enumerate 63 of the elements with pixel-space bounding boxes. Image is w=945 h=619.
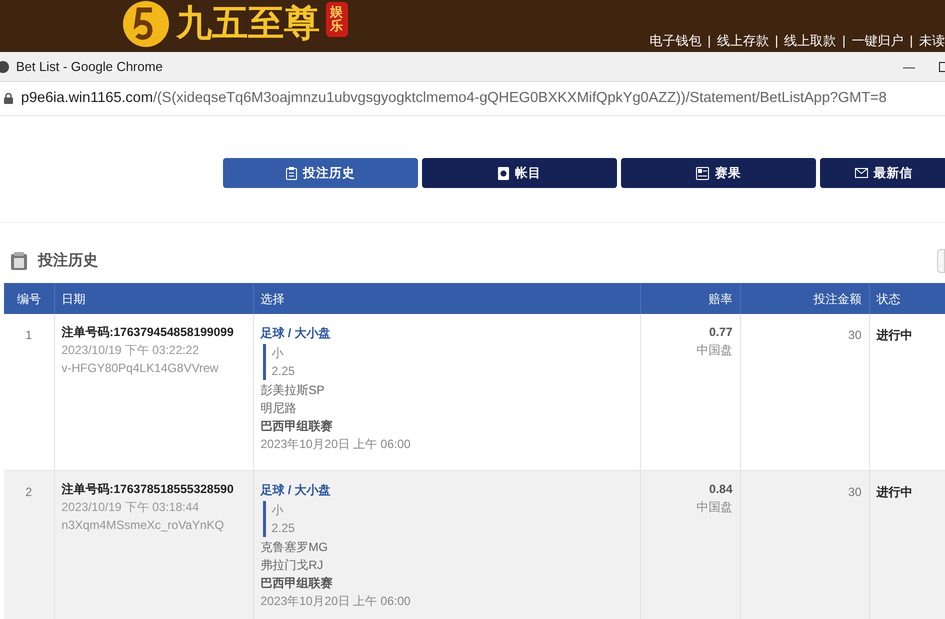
market-link[interactable]: 足球 / 大小盘 [260,480,632,500]
clipboard-icon [286,166,297,180]
home-team: 克鲁塞罗MG [260,538,329,556]
league-name: 巴西甲组联赛 [260,418,334,435]
nav-link[interactable]: 一键归户 [852,30,904,50]
bet-time: 2023/10/19 下午 03:22:22 [62,342,200,359]
stake-amount: 30 [848,484,862,498]
bet-time: 2023/10/19 下午 03:18:44 [62,498,200,516]
away-team: 明尼路 [260,400,298,417]
column-header: 赔率 [708,292,732,306]
logo-text: 九五至尊 [176,6,320,42]
separator-text: | [707,32,711,50]
lock-icon [4,93,13,104]
mail-icon [854,168,868,178]
tab[interactable]: 赛果 [621,158,816,188]
section-title: 投注历史 [38,250,98,271]
tab[interactable]: 最新信 [820,158,945,188]
bet-status: 进行中 [876,484,912,498]
url-text: p9e6ia.win1165.com/(S(xideqseTq6M3oajmnzu1ubvgsgyogktclmemo4-gQHEG0BXKXMifQpkYg0AZZ))/Statement/BetListApp?GMT=8 [21,88,887,108]
column-header: 状态 [876,292,900,306]
nav-link[interactable]: 未读 [919,30,945,50]
nav-link[interactable]: 线上存款 [716,30,769,50]
tab[interactable]: 投注历史 [223,158,418,188]
handicap-line: 2.25 [272,363,296,380]
ticket-number: 注单号码:176378518555328590 [62,480,235,498]
window-title: Bet List - Google Chrome [16,58,163,76]
odds-type: 中国盘 [696,498,732,516]
market-link[interactable]: 足球 / 大小盘 [260,323,632,343]
row-number: 2 [25,484,32,498]
maximize-icon[interactable] [939,62,945,72]
minimize-button[interactable]: — [889,58,929,76]
away-team: 弗拉门戈RJ [260,556,324,574]
kickoff-time: 2023年10月20日 上午 06:00 [260,436,412,453]
tab[interactable]: 帐目 [422,158,617,188]
selection-text: 小 [272,502,284,518]
separator-text: | [842,32,846,50]
column-header: 编号 [16,292,41,306]
bet-code: v-HFGY80Pq4LK14G8VVrew [62,360,220,377]
kickoff-time: 2023年10月20日 上午 06:00 [260,592,412,610]
stake-amount: 30 [848,328,862,342]
separator-text: | [910,32,913,50]
row-number: 1 [25,328,32,342]
odds-value: 0.84 [708,480,732,498]
odds-value: 0.77 [708,324,732,341]
scoreboard-icon [696,166,709,180]
separator-text: | [774,32,778,50]
logo-tag: 娱乐 [326,2,348,37]
bet-code: n3Xqm4MSsmeXc_roVaYnKQ [62,516,226,534]
nav-link[interactable]: 线上取款 [784,30,836,50]
bet-status: 进行中 [876,328,912,342]
document-icon [498,166,509,180]
league-name: 巴西甲组联赛 [260,574,334,592]
home-team: 彭美拉斯SP [260,382,326,399]
column-header: 日期 [62,292,86,306]
selection-text: 小 [272,345,284,362]
column-header: 投注金额 [814,292,862,306]
ticket-number: 注单号码:176379454858199099 [62,324,235,341]
handicap-line: 2.25 [272,520,296,536]
logo-emblem-icon [122,0,170,48]
column-header: 选择 [260,292,284,306]
nav-link[interactable]: 电子钱包 [649,30,702,50]
odds-type: 中国盘 [696,342,732,359]
clipboard-icon [10,251,28,271]
